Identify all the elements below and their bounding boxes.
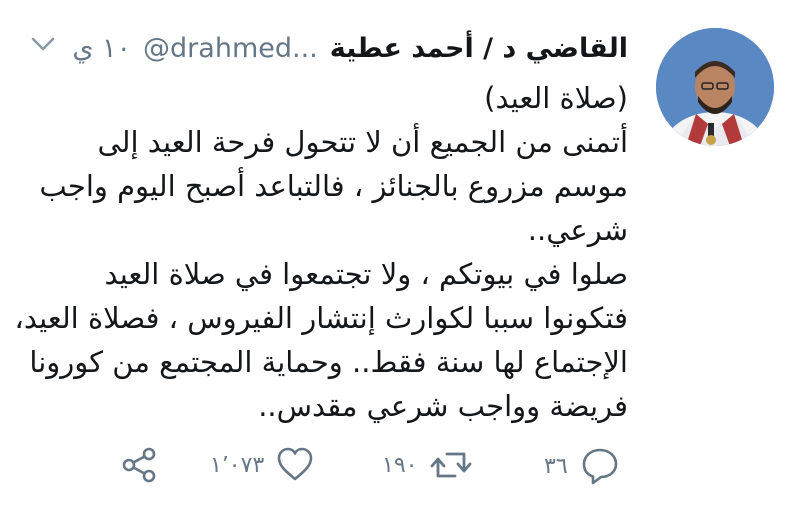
share-button[interactable] — [120, 446, 158, 484]
tweet-header: القاضي د / أحمد عطية @drahmed... ١٠ ي — [72, 28, 628, 68]
tweet-line: (صلاة العيد) — [484, 81, 628, 115]
reply-button[interactable]: ٣٦ — [544, 446, 620, 486]
tweet-text: (صلاة العيد) أتمنى من الجميع أن لا تتحول… — [14, 76, 629, 428]
tweet-line: أتمنى من الجميع أن لا تتحول فرحة العيد إ… — [97, 125, 628, 159]
tweet-line: فتكونوا سببا لكوارث إنتشار الفيروس ، فصل… — [14, 301, 628, 335]
replies-count: ٣٦ — [544, 453, 568, 479]
chevron-down-icon[interactable] — [30, 34, 56, 54]
tweet-line: شرعي.. — [527, 213, 628, 247]
likes-count: ١٬٠٧٣ — [210, 452, 265, 478]
tweet-line: صلوا في بيوتكم ، ولا تجتمعوا في صلاة الع… — [104, 257, 629, 291]
user-handle[interactable]: @drahmed... — [143, 33, 318, 64]
tweet-line: الإجتماع لها سنة فقط.. وحماية المجتمع من… — [29, 345, 628, 379]
retweets-count: ١٩٠ — [382, 452, 418, 478]
retweet-button[interactable]: ١٩٠ — [382, 446, 473, 484]
retweet-icon — [431, 452, 472, 478]
tweet-timestamp[interactable]: ١٠ ي — [72, 33, 131, 64]
share-icon — [122, 447, 156, 483]
like-button[interactable]: ١٬٠٧٣ — [210, 446, 314, 484]
heart-icon — [277, 447, 313, 481]
avatar[interactable] — [656, 28, 774, 146]
tweet-actions: ١٬٠٧٣ ١٩٠ ٣٦ — [120, 446, 640, 486]
reply-icon — [582, 448, 617, 485]
tweet-line: موسم مزروع بالجنائز ، فالتباعد أصبح اليو… — [39, 169, 628, 203]
profile-photo — [656, 28, 774, 146]
tweet-line: فريضة وواجب شرعي مقدس.. — [258, 389, 628, 423]
display-name[interactable]: القاضي د / أحمد عطية — [330, 33, 628, 64]
